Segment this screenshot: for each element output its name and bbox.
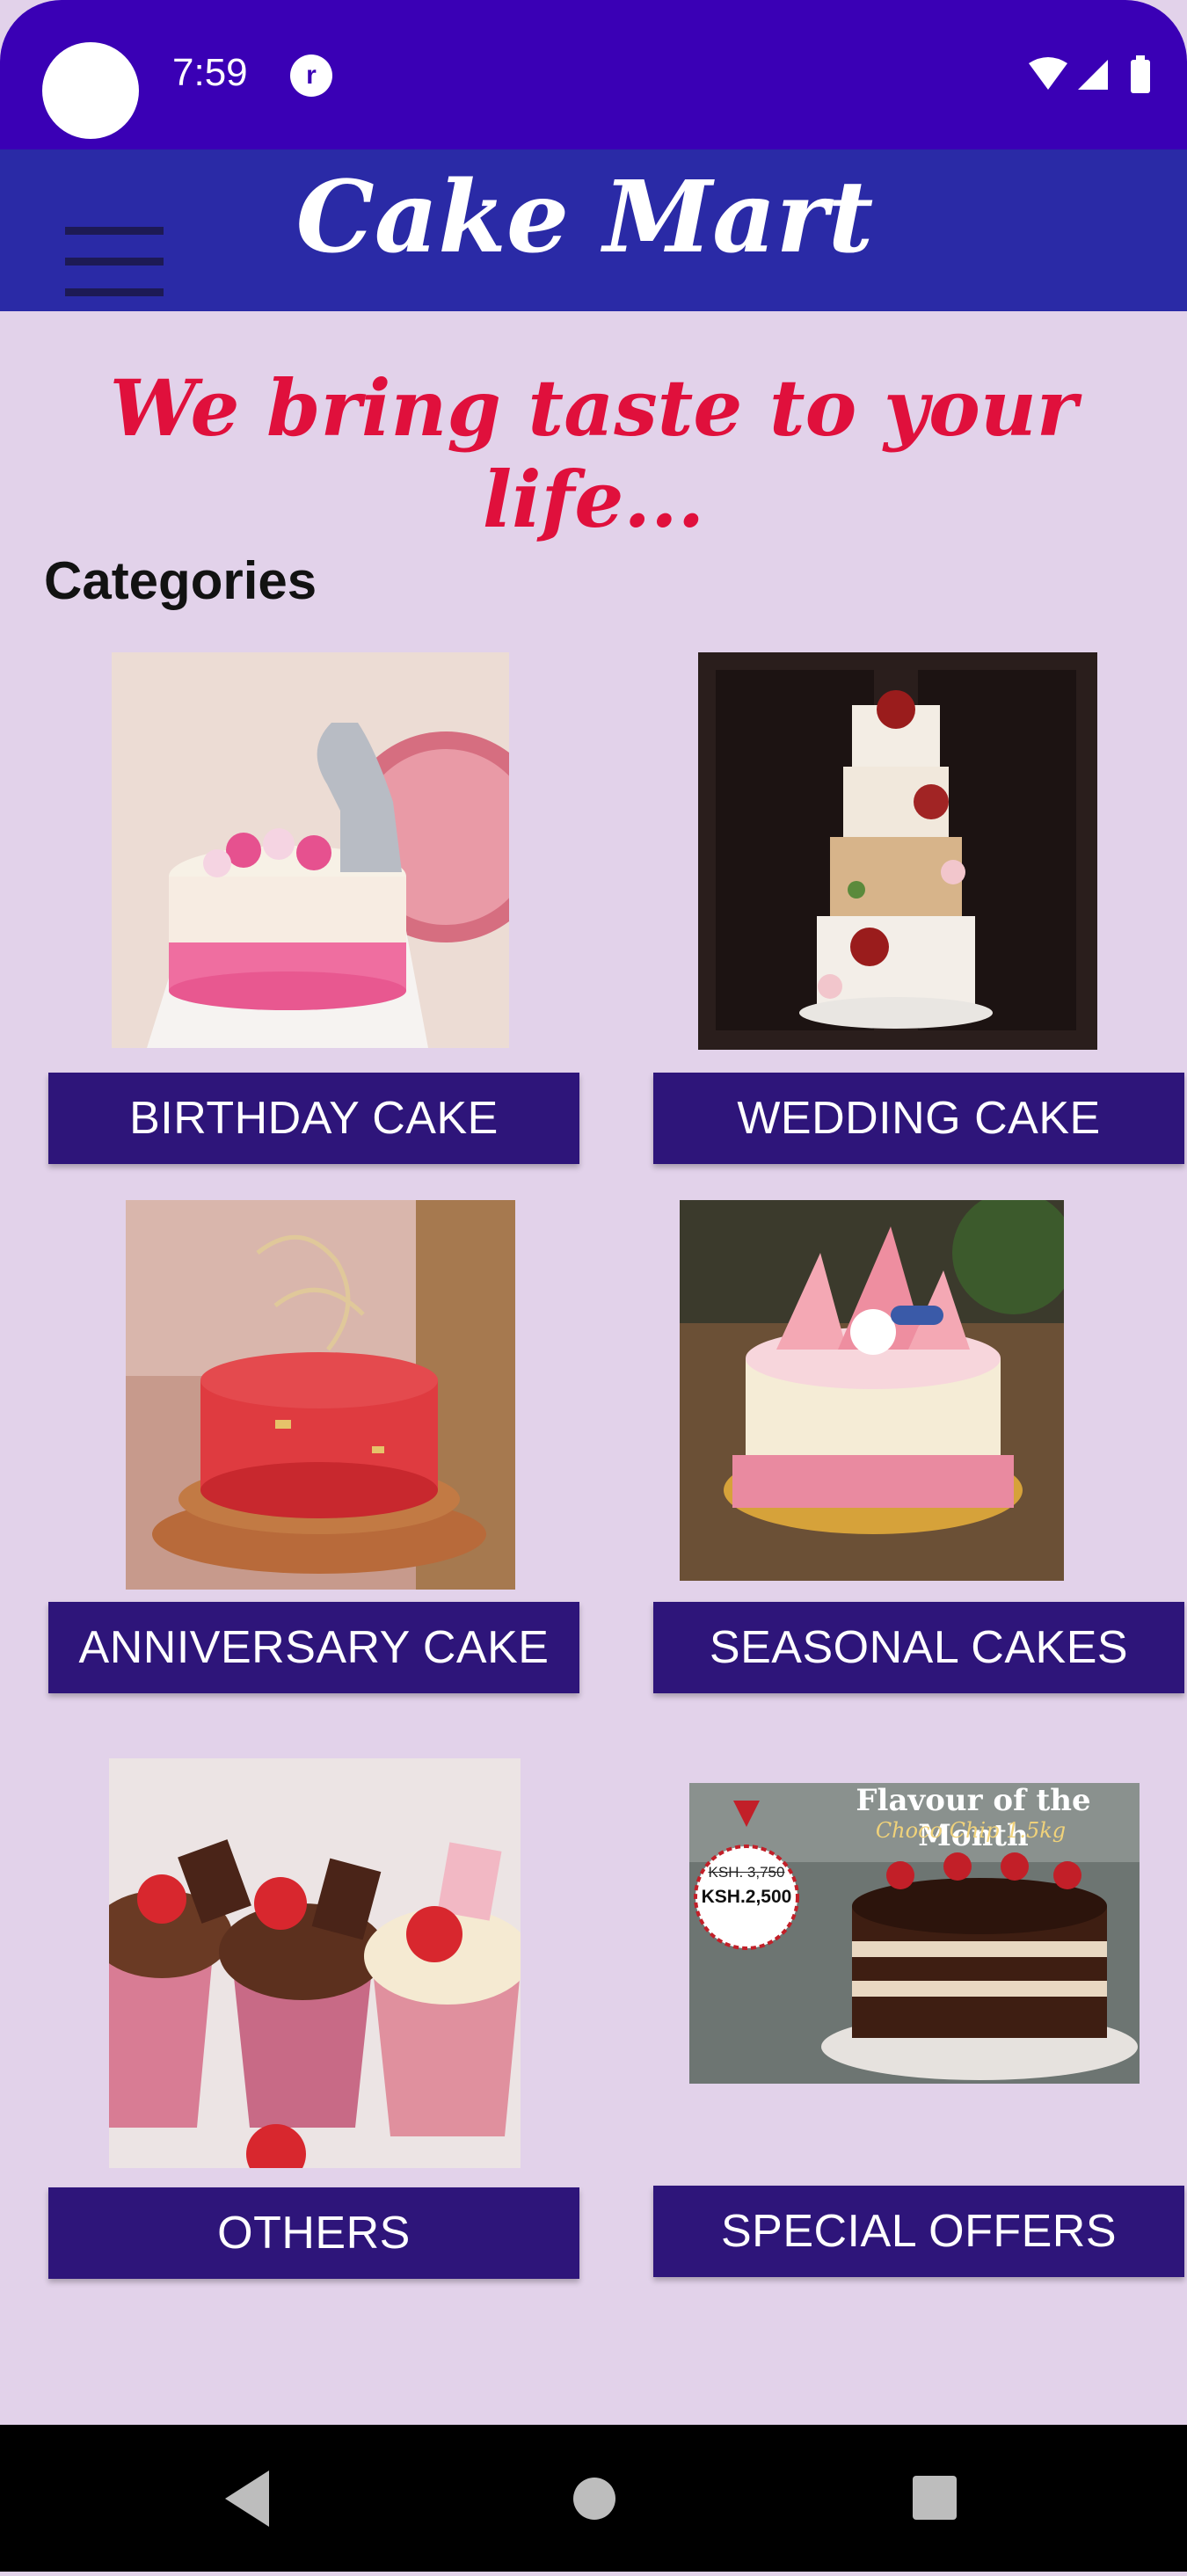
signal-icon bbox=[1078, 60, 1108, 90]
system-nav-bar bbox=[0, 2425, 1187, 2572]
wifi-icon bbox=[1029, 57, 1067, 90]
back-icon[interactable] bbox=[225, 2470, 269, 2527]
camera-cutout bbox=[42, 42, 139, 139]
offer-old-price: KSH. 3,750 bbox=[708, 1864, 785, 1881]
offer-new-price: KSH.2,500 bbox=[701, 1887, 792, 1907]
anniversary-cake-image[interactable] bbox=[126, 1200, 515, 1590]
wedding-cake-image[interactable] bbox=[698, 652, 1097, 1050]
offer-subline: Choco Chip 1.5kg bbox=[875, 1818, 1067, 1843]
birthday-cake-button[interactable]: BIRTHDAY CAKE bbox=[48, 1073, 579, 1164]
seasonal-cake-image[interactable] bbox=[680, 1200, 1064, 1581]
seasonal-cakes-button[interactable]: SEASONAL CAKES bbox=[653, 1602, 1184, 1693]
others-cupcakes-image[interactable] bbox=[109, 1758, 521, 2168]
birthday-cake-image[interactable] bbox=[112, 652, 509, 1048]
anniversary-cake-button[interactable]: ANNIVERSARY CAKE bbox=[48, 1602, 579, 1693]
home-icon[interactable] bbox=[573, 2478, 615, 2520]
special-offers-image[interactable]: Flavour of the Month Choco Chip 1.5kg KS… bbox=[689, 1783, 1140, 2084]
app-bar: Cake Mart bbox=[0, 149, 1187, 311]
special-offers-button[interactable]: SPECIAL OFFERS bbox=[653, 2186, 1184, 2277]
status-icons bbox=[1027, 55, 1168, 98]
notification-app-icon: r bbox=[290, 55, 332, 97]
section-title: Categories bbox=[44, 551, 317, 610]
app-title: Cake Mart bbox=[295, 160, 874, 275]
battery-icon bbox=[1131, 55, 1150, 93]
tagline: We bring taste to your life... bbox=[109, 362, 1078, 545]
status-time: 7:59 bbox=[172, 51, 248, 94]
recents-icon[interactable] bbox=[913, 2476, 957, 2520]
wedding-cake-button[interactable]: WEDDING CAKE bbox=[653, 1073, 1184, 1164]
status-bar: 7:59 r bbox=[0, 0, 1187, 149]
others-button[interactable]: OTHERS bbox=[48, 2187, 579, 2279]
